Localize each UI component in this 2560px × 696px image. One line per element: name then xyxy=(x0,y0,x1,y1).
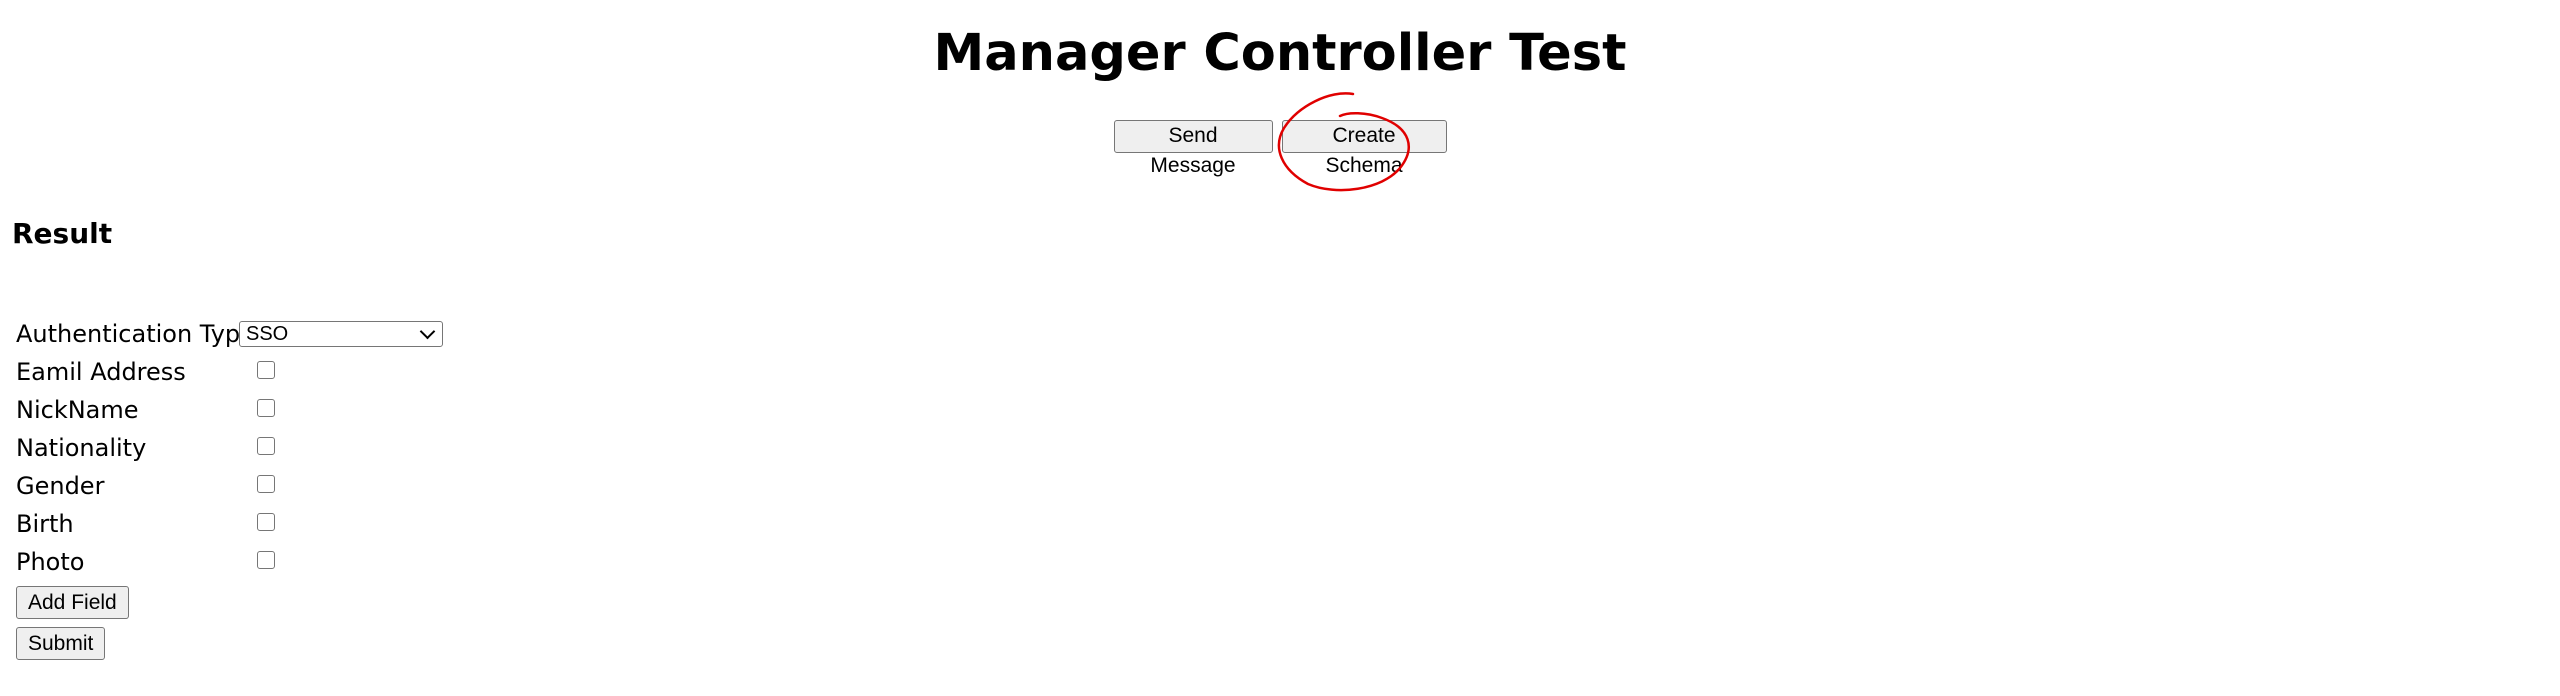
field-row-birth: Birth xyxy=(16,505,275,543)
field-label: Gender xyxy=(16,472,105,500)
field-row-gender: Gender xyxy=(16,467,275,505)
chevron-down-icon xyxy=(419,323,436,339)
birth-checkbox[interactable] xyxy=(257,513,275,531)
field-label: Photo xyxy=(16,548,85,576)
auth-type-selected-value: SSO xyxy=(246,322,289,345)
field-row-email: Eamil Address xyxy=(16,353,275,391)
action-buttons: Send Message Create Schema xyxy=(0,120,2560,177)
auth-type-label: Authentication Type xyxy=(16,320,255,348)
email-checkbox[interactable] xyxy=(257,361,275,379)
page-title: Manager Controller Test xyxy=(933,24,1627,83)
field-row-nationality: Nationality xyxy=(16,429,275,467)
field-label: Nationality xyxy=(16,434,147,462)
auth-type-select[interactable]: SSO xyxy=(239,321,443,347)
nickname-checkbox[interactable] xyxy=(257,399,275,417)
field-label: Birth xyxy=(16,510,74,538)
field-row-nickname: NickName xyxy=(16,391,275,429)
field-label: Eamil Address xyxy=(16,358,186,386)
gender-checkbox[interactable] xyxy=(257,475,275,493)
page: Manager Controller Test Send Message Cre… xyxy=(0,0,2560,696)
nationality-checkbox[interactable] xyxy=(257,437,275,455)
photo-checkbox[interactable] xyxy=(257,551,275,569)
add-field-button[interactable]: Add Field xyxy=(16,586,129,619)
create-schema-button[interactable]: Create Schema xyxy=(1281,120,1447,177)
field-label: NickName xyxy=(16,396,139,424)
send-message-button[interactable]: Send Message xyxy=(1113,120,1273,177)
result-heading: Result xyxy=(12,217,113,250)
submit-button[interactable]: Submit xyxy=(16,627,106,660)
field-row-photo: Photo xyxy=(16,543,275,581)
auth-type-row: Authentication Type SSO xyxy=(16,315,443,353)
